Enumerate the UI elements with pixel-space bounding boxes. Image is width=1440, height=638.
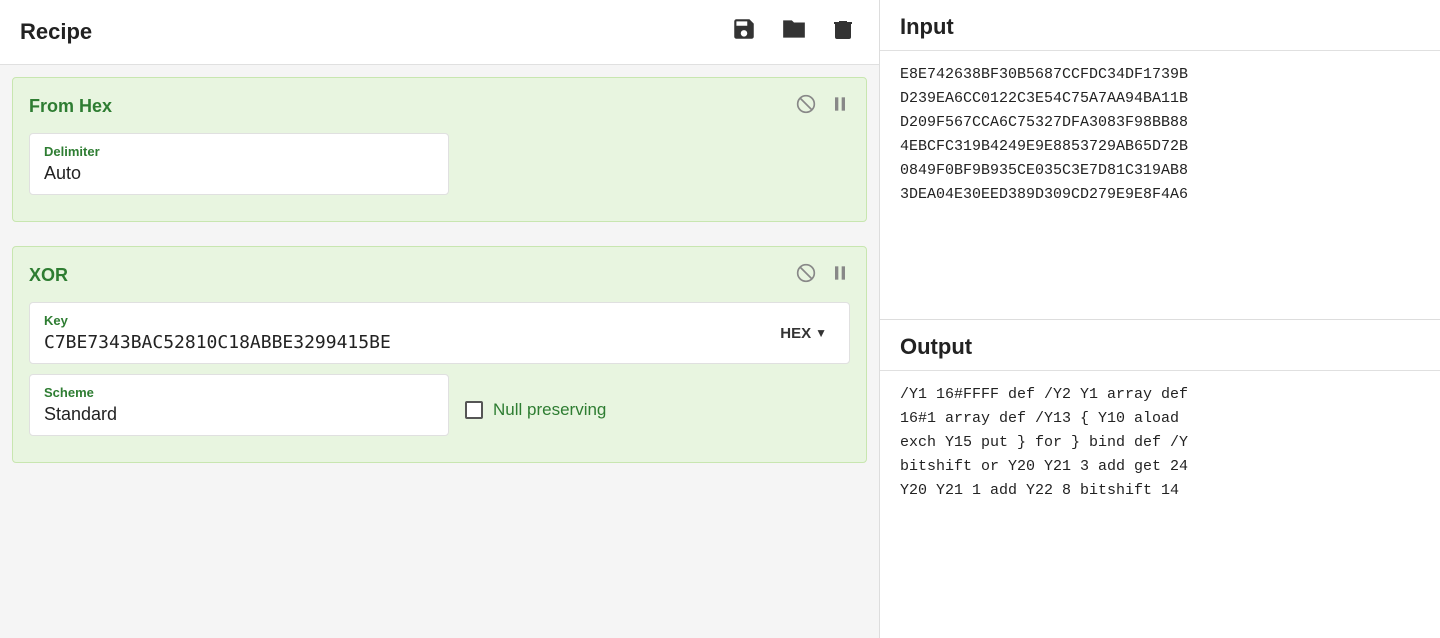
input-content: E8E742638BF30B5687CCFDC34DF1739B D239EA6… xyxy=(880,51,1440,319)
null-preserving-wrapper[interactable]: Null preserving xyxy=(465,400,606,420)
xor-title: XOR xyxy=(29,265,68,286)
output-header: Output xyxy=(880,320,1440,371)
output-content: /Y1 16#FFFF def /Y2 Y1 array def 16#1 ar… xyxy=(880,371,1440,638)
xor-pause-icon[interactable] xyxy=(830,263,850,288)
xor-disable-icon[interactable] xyxy=(796,263,816,288)
scheme-field[interactable]: Scheme Standard xyxy=(29,374,449,436)
xor-controls xyxy=(796,263,850,288)
delimiter-value: Auto xyxy=(44,163,434,184)
null-preserving-label: Null preserving xyxy=(493,400,606,420)
output-section: Output /Y1 16#FFFF def /Y2 Y1 array def … xyxy=(880,320,1440,638)
save-icon[interactable] xyxy=(727,12,761,52)
recipe-title: Recipe xyxy=(20,19,92,45)
key-field[interactable]: Key C7BE7343BAC52810C18ABBE3299415BE HEX… xyxy=(29,302,850,364)
scheme-row: Scheme Standard Null preserving xyxy=(29,374,850,446)
from-hex-pause-icon[interactable] xyxy=(830,94,850,119)
null-preserving-checkbox[interactable] xyxy=(465,401,483,419)
key-label: Key xyxy=(44,313,772,328)
xor-header: XOR xyxy=(29,263,850,288)
input-header: Input xyxy=(880,0,1440,51)
from-hex-block: From Hex Delimiter Auto xyxy=(12,77,867,222)
recipe-panel: Recipe xyxy=(0,0,880,638)
xor-block: XOR Key C7BE734 xyxy=(12,246,867,463)
delete-icon[interactable] xyxy=(827,12,859,52)
key-field-content: Key C7BE7343BAC52810C18ABBE3299415BE xyxy=(44,313,772,353)
chevron-down-icon: ▼ xyxy=(815,326,827,340)
from-hex-header: From Hex xyxy=(29,94,850,119)
input-section: Input E8E742638BF30B5687CCFDC34DF1739B D… xyxy=(880,0,1440,320)
scheme-value: Standard xyxy=(44,404,434,425)
scheme-label: Scheme xyxy=(44,385,434,400)
from-hex-disable-icon[interactable] xyxy=(796,94,816,119)
key-value: C7BE7343BAC52810C18ABBE3299415BE xyxy=(44,332,772,353)
hex-type-label: HEX xyxy=(780,325,811,342)
from-hex-controls xyxy=(796,94,850,119)
recipe-header: Recipe xyxy=(0,0,879,65)
recipe-toolbar xyxy=(727,12,859,52)
from-hex-title: From Hex xyxy=(29,96,112,117)
delimiter-label: Delimiter xyxy=(44,144,434,159)
folder-icon[interactable] xyxy=(777,12,811,52)
hex-type-button[interactable]: HEX ▼ xyxy=(772,321,835,346)
delimiter-field[interactable]: Delimiter Auto xyxy=(29,133,449,195)
io-panel: Input E8E742638BF30B5687CCFDC34DF1739B D… xyxy=(880,0,1440,638)
